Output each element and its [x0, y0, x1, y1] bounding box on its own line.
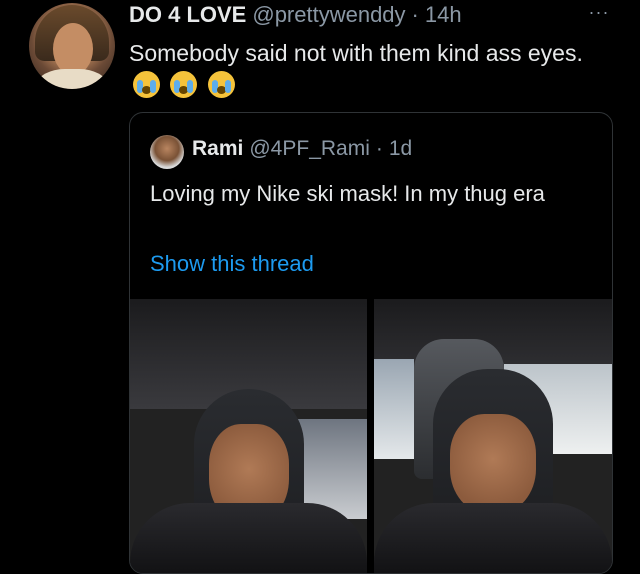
- quoted-photo-1[interactable]: [130, 299, 367, 573]
- avatar-shoulders: [37, 69, 107, 89]
- jacket: [374, 503, 612, 573]
- tweet-body: Somebody said not with them kind ass eye…: [129, 40, 583, 66]
- separator-dot: ·: [411, 2, 419, 27]
- quoted-photo-2[interactable]: [374, 299, 612, 573]
- quoted-author-handle[interactable]: @4PF_Rami: [249, 137, 370, 161]
- author-avatar[interactable]: [29, 3, 115, 89]
- quoted-tweet-header: Rami @4PF_Rami · 1d: [192, 137, 412, 161]
- author-name[interactable]: DO 4 LOVE: [129, 2, 246, 28]
- jacket: [130, 503, 367, 573]
- show-thread-link[interactable]: Show this thread: [150, 251, 314, 277]
- loudly-crying-face-icon: [133, 71, 160, 98]
- quoted-tweet-text: Loving my Nike ski mask! In my thug era: [150, 181, 545, 206]
- quoted-tweet-timestamp[interactable]: 1d: [389, 137, 412, 161]
- author-handle[interactable]: @prettywenddy: [252, 2, 405, 28]
- loudly-crying-face-icon: [207, 71, 235, 98]
- quoted-author-avatar[interactable]: [150, 135, 184, 169]
- avatar-face: [53, 23, 93, 75]
- quoted-tweet-card[interactable]: Rami @4PF_Rami · 1d Loving my Nike ski m…: [129, 112, 613, 574]
- separator-dot: ·: [375, 137, 383, 160]
- quoted-author-name[interactable]: Rami: [192, 137, 243, 161]
- tweet-timestamp[interactable]: 14h: [425, 2, 462, 28]
- tweet-header: DO 4 LOVE @prettywenddy · 14h: [129, 2, 462, 32]
- car-window: [374, 359, 414, 459]
- face: [450, 414, 536, 514]
- tweet-text: Somebody said not with them kind ass eye…: [129, 37, 599, 101]
- more-options-icon[interactable]: ···: [582, 2, 616, 26]
- loudly-crying-face-icon: [170, 71, 198, 98]
